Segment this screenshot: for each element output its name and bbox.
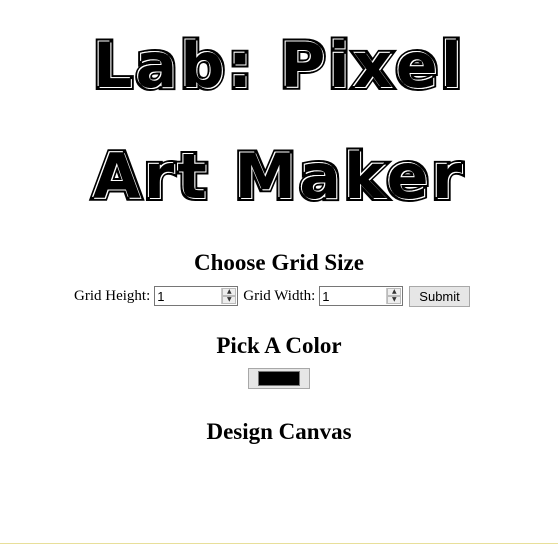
grid-height-spinner[interactable]: ▲ ▼ [221, 288, 237, 304]
grid-size-form: Grid Height: 1 ▲ ▼ Grid Width: 1 ▲ ▼ Sub… [74, 284, 470, 308]
color-swatch[interactable] [258, 371, 300, 386]
spinner-down-arrow-icon[interactable]: ▼ [387, 296, 402, 304]
page-title-line-1: Lab: Pixel [0, 28, 558, 104]
grid-height-input[interactable]: 1 ▲ ▼ [154, 286, 239, 306]
spinner-up-arrow-icon[interactable]: ▲ [387, 288, 402, 296]
grid-size-heading: Choose Grid Size [194, 250, 364, 275]
grid-width-label: Grid Width: [243, 287, 316, 304]
grid-width-input[interactable]: 1 ▲ ▼ [319, 286, 404, 306]
bottom-divider [0, 543, 558, 544]
color-picker-input[interactable] [248, 368, 310, 389]
submit-button[interactable]: Submit [409, 285, 470, 307]
grid-height-value[interactable]: 1 [155, 289, 221, 304]
grid-height-label: Grid Height: [74, 287, 151, 304]
design-canvas[interactable] [0, 455, 558, 535]
page-title-text-1: Lab: Pixel [90, 28, 465, 104]
spinner-down-arrow-icon[interactable]: ▼ [222, 296, 237, 304]
grid-width-value[interactable]: 1 [320, 289, 386, 304]
page-title-line-2: Art Maker [0, 139, 558, 215]
pick-color-heading: Pick A Color [216, 333, 342, 358]
design-canvas-heading: Design Canvas [206, 419, 352, 444]
spinner-up-arrow-icon[interactable]: ▲ [222, 288, 237, 296]
page-title-text-2: Art Maker [90, 139, 466, 215]
grid-width-spinner[interactable]: ▲ ▼ [386, 288, 402, 304]
